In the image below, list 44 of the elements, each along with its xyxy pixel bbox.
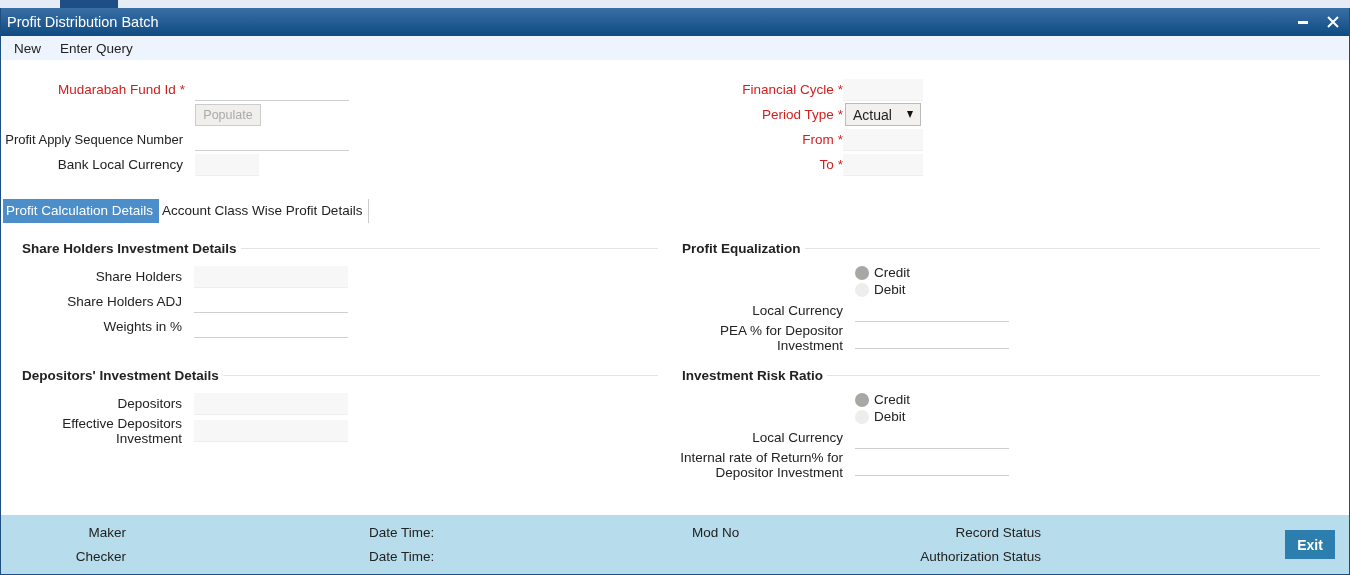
footer-label: Date Time:: [368, 525, 436, 540]
radio-label: Credit: [874, 392, 910, 407]
required-mark: *: [837, 157, 843, 172]
field-label: Mudarabah Fund Id: [57, 82, 176, 97]
tab[interactable]: Account Class Wise Profit Details: [159, 199, 370, 223]
footer-label: Record Status: [954, 525, 1041, 540]
field-label: Effective Depositors Investment: [62, 416, 182, 446]
footer-label: Maker: [87, 525, 126, 540]
field-label: Share Holders ADJ: [67, 294, 182, 309]
radio-label: Credit: [874, 265, 910, 280]
field-label: Financial Cycle: [742, 82, 834, 97]
field-label: From: [802, 132, 834, 147]
window-title: Profit Distribution Batch: [7, 14, 159, 30]
field-label: Internal rate of Return% for Depositor Investment: [680, 450, 843, 480]
toolbar-item[interactable]: Enter Query: [60, 40, 133, 56]
radio-label: Debit: [874, 282, 906, 297]
field-label: Depositors: [117, 396, 182, 411]
minimize-icon[interactable]: [1298, 20, 1308, 24]
required-mark: *: [837, 107, 843, 122]
field-label: Profit Apply Sequence Number: [5, 132, 183, 147]
radio-label: Debit: [874, 409, 906, 424]
required-mark: *: [837, 82, 843, 97]
field-label: Weights in %: [103, 319, 182, 334]
caret-icon: [907, 111, 913, 118]
radio-button[interactable]: [855, 265, 869, 280]
field-label: Local Currency: [752, 303, 843, 318]
footer-label: Checker: [74, 549, 126, 564]
required-mark: *: [837, 132, 843, 147]
field-label: To: [819, 157, 834, 172]
field-label: Period Type: [761, 107, 834, 122]
close-icon[interactable]: [1327, 16, 1339, 28]
footer-label: Mod No: [692, 525, 741, 540]
menu-tab[interactable]: [60, 0, 118, 8]
period-type-dropdown[interactable]: Actual: [845, 103, 921, 126]
radio-button[interactable]: [855, 392, 869, 407]
exit-button[interactable]: Exit: [1285, 530, 1335, 559]
toolbar-item[interactable]: New: [14, 40, 41, 56]
field-label: PEA % for Depositor Investment: [719, 323, 843, 353]
footer-label: Authorization Status: [919, 549, 1041, 564]
field-label: Share Holders: [95, 269, 182, 284]
field-label: Local Currency: [752, 430, 843, 445]
field-label: Bank Local Currency: [57, 157, 183, 172]
required-mark: *: [179, 82, 185, 97]
footer-label: Date Time:: [368, 549, 436, 564]
